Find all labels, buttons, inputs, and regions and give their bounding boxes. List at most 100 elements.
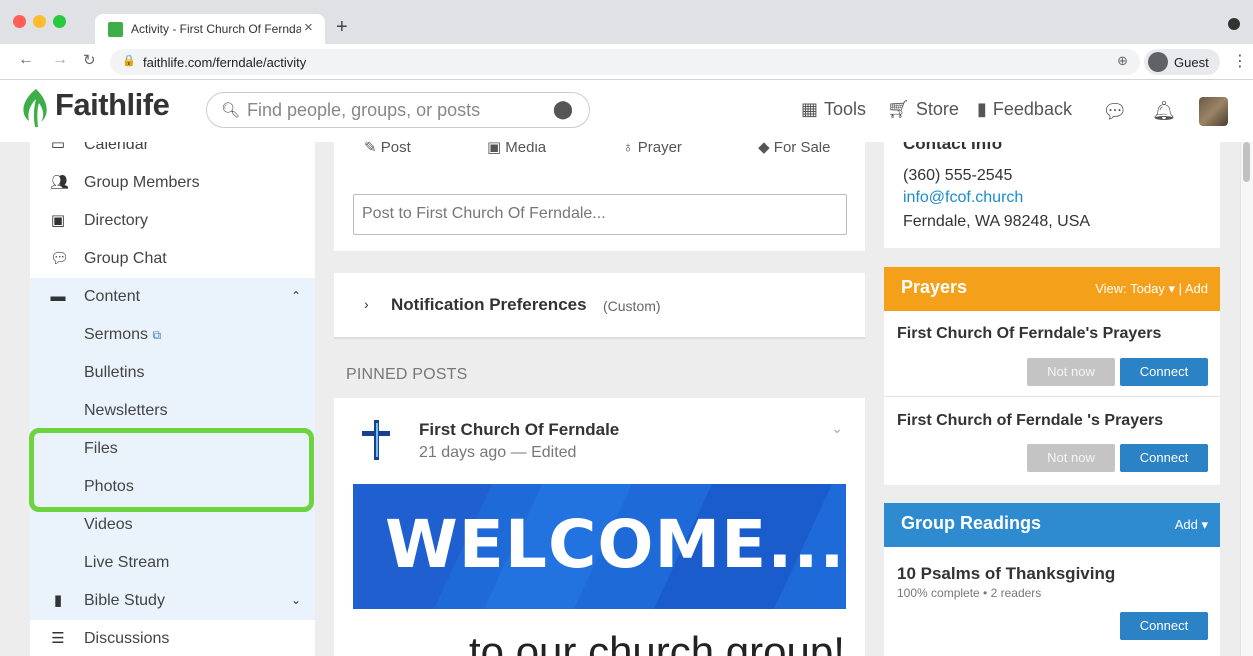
feedback-nav[interactable]: ▮ Feedback	[977, 99, 1072, 120]
prayer-list-name[interactable]: First Church of Ferndale 's Prayers	[897, 412, 1163, 430]
forward-icon[interactable]: →	[52, 51, 68, 69]
readings-add-menu[interactable]: Add ▾	[1175, 517, 1208, 533]
page-scrollbar[interactable]	[1240, 142, 1253, 656]
search-bar[interactable]: 🔍︎ ⬤	[206, 92, 590, 128]
prayers-view-menu[interactable]: View: Today ▾ | Add	[1095, 281, 1208, 297]
url-text: faithlife.com/ferndale/activity	[143, 55, 307, 70]
post-author[interactable]: First Church Of Ferndale	[419, 420, 619, 440]
files-photos-highlight	[29, 428, 314, 512]
welcome-banner[interactable]: WELCOME...	[353, 484, 846, 609]
minimize-window-icon[interactable]	[33, 15, 46, 28]
chevron-down-icon[interactable]: ⌄	[831, 420, 843, 437]
external-link-icon: ⧉	[152, 328, 162, 342]
sidebar-item-label: Live Stream	[84, 554, 170, 571]
church-cross-icon[interactable]	[362, 420, 390, 460]
not-now-button[interactable]: Not now	[1027, 358, 1115, 386]
page-body: ▭ Calendar 👥︎ Group Members ▣ Directory …	[0, 142, 1253, 656]
lock-icon: 🔒	[122, 55, 136, 67]
sidebar-item-live-stream[interactable]: Live Stream	[30, 544, 315, 582]
sidebar-item-label: Directory	[84, 212, 149, 229]
profile-button[interactable]: Guest	[1144, 49, 1220, 75]
tools-label: Tools	[824, 99, 867, 119]
sidebar-item-bible-study[interactable]: ▮ Bible Study ⌄	[30, 582, 315, 620]
user-avatar[interactable]	[1199, 97, 1228, 126]
sidebar-item-group-members[interactable]: 👥︎ Group Members	[30, 164, 315, 202]
sidebar-item-bulletins[interactable]: Bulletins	[30, 354, 315, 392]
search-input[interactable]	[247, 99, 547, 121]
calendar-icon: ▭	[50, 142, 66, 153]
zoom-icon[interactable]: ⊕	[1117, 53, 1128, 69]
browser-tab-strip: Activity - First Church Of Ferndale × +	[0, 0, 1253, 44]
connect-button[interactable]: Connect	[1120, 358, 1208, 386]
sidebar-item-label: Bulletins	[84, 364, 145, 381]
notifications-bell-icon[interactable]: 🔔︎	[1152, 99, 1176, 123]
store-label: Store	[915, 99, 959, 119]
notification-preferences-title: Notification Preferences	[391, 295, 587, 314]
post-meta: 21 days ago — Edited	[419, 444, 577, 461]
sidebar-item-label: Calendar	[84, 142, 149, 153]
prayer-list-name[interactable]: First Church Of Ferndale's Prayers	[897, 325, 1161, 343]
contact-email-link[interactable]: info@fcof.church	[903, 189, 1023, 207]
sidebar-item-label: Videos	[84, 516, 133, 533]
chevron-down-icon[interactable]: ⌄	[291, 593, 301, 607]
store-nav[interactable]: 🛒︎ Store	[887, 99, 959, 120]
notification-setting: (Custom)	[603, 298, 661, 314]
sidebar-item-group-chat[interactable]: 💬︎ Group Chat	[30, 240, 315, 278]
chevron-up-icon[interactable]: ⌃	[291, 289, 301, 303]
prayer-list-item: First Church of Ferndale 's Prayers Not …	[884, 398, 1220, 484]
contact-info-title: Contact Info	[903, 142, 1003, 153]
pinned-post: First Church Of Ferndale 21 days ago — E…	[334, 398, 865, 656]
reload-icon[interactable]: ↻	[83, 51, 96, 69]
profile-label: Guest	[1174, 55, 1209, 70]
site-header: Faithlife 🔍︎ ⬤ ▦Tools 🛒︎Store ▮Feedback …	[0, 80, 1253, 142]
tools-nav[interactable]: ▦ Tools	[801, 99, 866, 120]
maximize-window-icon[interactable]	[53, 15, 66, 28]
sidebar-item-directory[interactable]: ▣ Directory	[30, 202, 315, 240]
feedback-label: Feedback	[992, 99, 1072, 119]
tab-close-icon[interactable]: ×	[304, 19, 313, 36]
notification-preferences[interactable]: › Notification Preferences (Custom)	[334, 273, 865, 339]
faithlife-leaf-icon[interactable]	[21, 89, 47, 129]
discussions-icon: ☰	[51, 630, 65, 647]
scrollbar-thumb[interactable]	[1243, 142, 1250, 182]
tab-prayer[interactable]: ♁ Prayer	[622, 142, 718, 156]
chat-icon[interactable]: 💬︎	[1102, 99, 1127, 124]
faithlife-logo[interactable]: Faithlife	[55, 87, 170, 123]
faithlife-favicon-icon	[108, 22, 123, 37]
post-input[interactable]: Post to First Church Of Ferndale...	[353, 194, 847, 235]
members-icon: 👥︎	[50, 174, 70, 191]
sidebar-item-content[interactable]: ▬ Content ⌃	[30, 278, 315, 316]
close-window-icon[interactable]	[13, 15, 26, 28]
location-pin-icon[interactable]: ⬤	[553, 99, 573, 120]
tab-media[interactable]: ▣ Media	[487, 142, 582, 156]
sidebar-item-label: Group Chat	[84, 250, 167, 267]
tab-post[interactable]: ✎ Post	[364, 142, 447, 156]
grid-icon: ▦	[801, 99, 819, 119]
not-now-button[interactable]: Not now	[1027, 444, 1115, 472]
profile-icon	[1148, 52, 1168, 72]
folder-icon: ▬	[50, 288, 66, 305]
chevron-right-icon: ›	[364, 296, 369, 312]
sidebar-item-label: Newsletters	[84, 402, 168, 419]
sidebar-item-sermons[interactable]: Sermons ⧉	[30, 316, 315, 354]
more-options-icon[interactable]: ⋮	[1232, 51, 1248, 71]
chat-bubble-icon: 💬︎	[50, 250, 70, 267]
sidebar-item-label: Content	[84, 288, 141, 305]
sidebar-item-label: Discussions	[84, 630, 170, 647]
tab-for-sale[interactable]: ◆ For Sale	[758, 142, 866, 156]
connect-button[interactable]: Connect	[1120, 612, 1208, 640]
contact-info-card: Contact Info (360) 555-2545 info@fcof.ch…	[884, 142, 1220, 248]
welcome-banner-text: WELCOME...	[385, 506, 846, 583]
sidebar-item-discussions[interactable]: ☰ Discussions	[30, 620, 315, 656]
reading-plan-title[interactable]: 10 Psalms of Thanksgiving	[897, 564, 1115, 584]
sidebar-item-calendar[interactable]: ▭ Calendar	[30, 142, 315, 164]
sidebar-item-newsletters[interactable]: Newsletters	[30, 392, 315, 430]
browser-tab[interactable]: Activity - First Church Of Ferndale ×	[95, 14, 325, 44]
back-icon[interactable]: ←	[18, 51, 34, 69]
group-sidebar: ▭ Calendar 👥︎ Group Members ▣ Directory …	[30, 142, 315, 656]
new-tab-button[interactable]: +	[336, 17, 348, 37]
group-readings-header: Group Readings Add ▾	[884, 503, 1220, 547]
url-field[interactable]: 🔒 faithlife.com/ferndale/activity ⊕	[110, 49, 1140, 75]
connect-button[interactable]: Connect	[1120, 444, 1208, 472]
browser-menu-icon[interactable]	[1228, 18, 1240, 30]
